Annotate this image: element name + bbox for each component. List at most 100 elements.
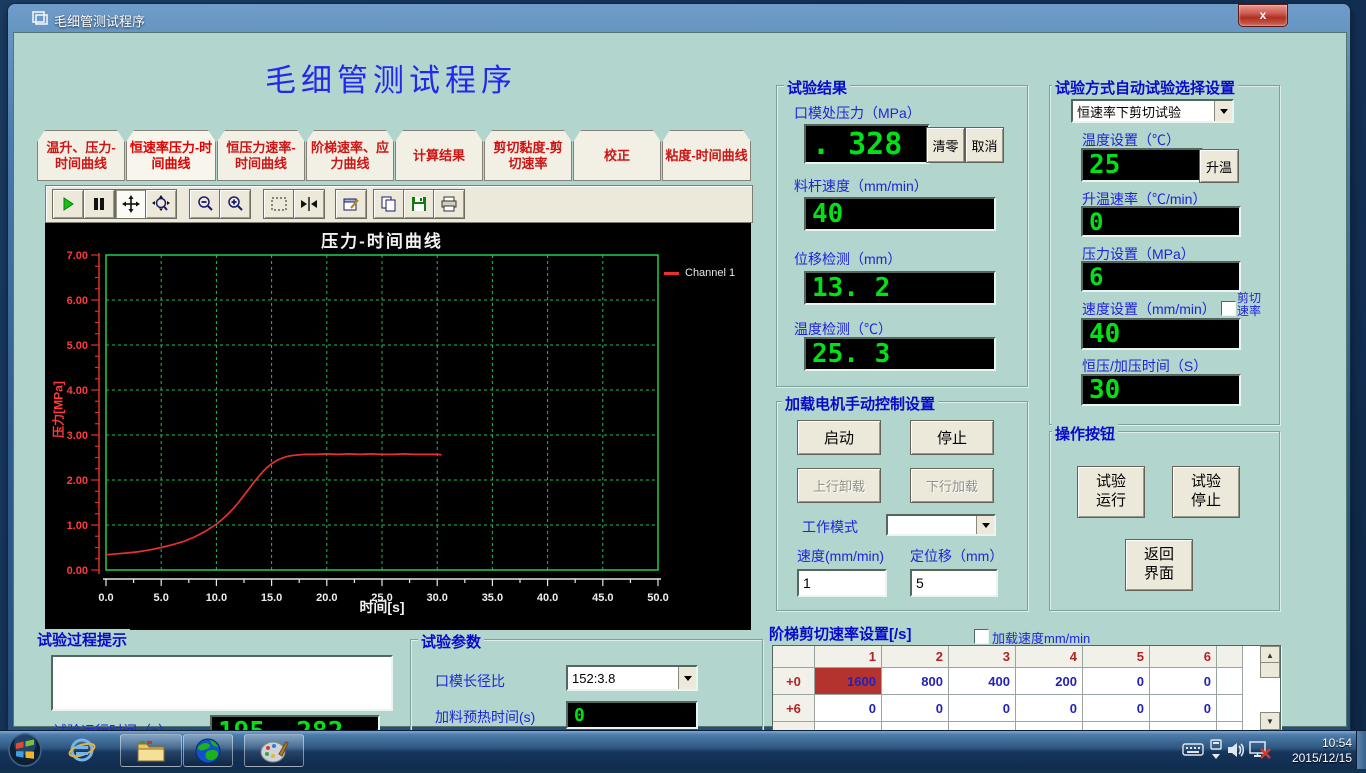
unload-up-button[interactable]: 上行卸载	[797, 468, 881, 503]
tab-const-pressure-rate-time[interactable]: 恒压力速率-时间曲线	[217, 130, 305, 181]
heat-rate-value[interactable]: 0	[1081, 206, 1241, 237]
print-icon[interactable]	[433, 189, 465, 219]
start-button[interactable]: 启动	[797, 420, 881, 455]
clear-button[interactable]: 清零	[926, 127, 965, 163]
zoom-out-icon[interactable]	[189, 189, 221, 219]
column-header[interactable]: 3	[949, 646, 1016, 668]
svg-text:2.00: 2.00	[67, 475, 88, 487]
legend-line-swatch	[664, 272, 679, 275]
corner-cell[interactable]	[773, 646, 815, 668]
keyboard-tray-icon[interactable]	[1182, 742, 1204, 761]
pan-icon[interactable]	[115, 189, 147, 219]
displacement-value: 13. 2	[804, 271, 996, 305]
chevron-down-icon[interactable]	[976, 516, 994, 534]
table-cell[interactable]: 0	[882, 695, 949, 722]
pressure-set-value[interactable]: 6	[1081, 261, 1241, 292]
properties-icon[interactable]	[335, 189, 367, 219]
tab-step-rate-stress[interactable]: 阶梯速率、应力曲线	[306, 130, 394, 181]
globe-app-icon[interactable]	[183, 734, 233, 767]
heat-up-button[interactable]: 升温	[1199, 149, 1239, 183]
table-cell[interactable]	[1217, 668, 1243, 695]
start-button[interactable]	[6, 732, 44, 768]
process-message-box[interactable]	[51, 655, 393, 711]
column-header[interactable]: 6	[1150, 646, 1217, 668]
explorer-folder-icon[interactable]	[120, 734, 182, 767]
table-cell[interactable]: 800	[882, 668, 949, 695]
stop-button[interactable]: 停止	[910, 420, 994, 455]
column-header[interactable]	[1217, 646, 1243, 668]
table-cell[interactable]	[1217, 695, 1243, 722]
die-pressure-label: 口模处压力（MPa）	[794, 103, 921, 123]
save-icon[interactable]	[403, 189, 435, 219]
work-mode-select[interactable]	[886, 514, 996, 536]
load-down-button[interactable]: 下行加载	[910, 468, 994, 503]
chevron-down-icon[interactable]	[678, 667, 696, 689]
return-button[interactable]: 返回 界面	[1125, 539, 1193, 591]
fit-axes-icon[interactable]	[293, 189, 325, 219]
column-header[interactable]: 4	[1016, 646, 1083, 668]
tab-calc-results[interactable]: 计算结果	[395, 130, 483, 181]
chevron-down-icon[interactable]	[1214, 101, 1232, 121]
table-cell[interactable]: 1600	[815, 668, 882, 695]
table-cell[interactable]: 200	[1016, 668, 1083, 695]
pressure-time-chart[interactable]: 压力-时间曲线 压力[MPa] 时间[s] Channel 1 0.001.00…	[45, 223, 751, 630]
show-hidden-icons[interactable]	[1209, 739, 1223, 766]
client-area: 毛细管测试程序 温升、压力-时间曲线 恒速率压力-时间曲线 恒压力速率-时间曲线…	[13, 32, 1347, 727]
network-error-tray-icon[interactable]	[1248, 739, 1272, 766]
vscroll-thumb[interactable]	[1260, 662, 1280, 678]
column-header[interactable]: 5	[1083, 646, 1150, 668]
svg-text:7.00: 7.00	[67, 250, 88, 262]
tab-viscosity-time[interactable]: 粘度-时间曲线	[662, 130, 751, 181]
die-ratio-select[interactable]: 152:3.8	[566, 665, 698, 691]
pause-icon[interactable]	[83, 189, 115, 219]
svg-text:1.00: 1.00	[67, 520, 88, 532]
tab-const-rate-pressure-time[interactable]: 恒速率压力-时间曲线	[126, 130, 216, 181]
chart-title: 压力-时间曲线	[106, 227, 658, 252]
table-cell[interactable]: 0	[1083, 668, 1150, 695]
temp-set-value[interactable]: 25	[1081, 148, 1203, 182]
die-pressure-value: . 328	[804, 124, 930, 164]
table-cell[interactable]: 0	[1016, 695, 1083, 722]
page-title: 毛细管测试程序	[26, 55, 756, 100]
row-header[interactable]: +6	[773, 695, 815, 722]
column-header[interactable]: 1	[815, 646, 882, 668]
zoom-in-icon[interactable]	[219, 189, 251, 219]
stop-test-button[interactable]: 试验 停止	[1172, 466, 1240, 518]
show-desktop-button[interactable]	[1356, 731, 1366, 769]
manual-speed-input[interactable]: 1	[797, 569, 887, 597]
table-cell[interactable]: 0	[1150, 695, 1217, 722]
scroll-down-icon[interactable]: ▼	[1260, 712, 1280, 730]
copy-icon[interactable]	[373, 189, 405, 219]
run-test-button[interactable]: 试验 运行	[1077, 466, 1145, 518]
volume-tray-icon[interactable]	[1226, 740, 1248, 765]
tab-temp-pressure-time[interactable]: 温升、压力-时间曲线	[37, 130, 125, 181]
shear-rate-checkbox[interactable]	[1221, 301, 1236, 316]
tab-calibration[interactable]: 校正	[573, 130, 661, 181]
play-icon[interactable]	[52, 189, 84, 219]
table-cell[interactable]: 0	[1150, 668, 1217, 695]
table-cell[interactable]: 0	[815, 695, 882, 722]
row-header[interactable]: +0	[773, 668, 815, 695]
table-cell[interactable]: 0	[949, 695, 1016, 722]
clock-date[interactable]: 2015/12/15	[1272, 751, 1352, 765]
temp-detect-label: 温度检测（℃）	[794, 319, 892, 339]
close-button[interactable]: x	[1238, 4, 1288, 27]
load-speed-checkbox[interactable]	[974, 629, 989, 644]
table-cell[interactable]: 400	[949, 668, 1016, 695]
box-zoom-icon[interactable]	[263, 189, 295, 219]
column-header[interactable]: 2	[882, 646, 949, 668]
hold-time-label: 恒压/加压时间（S）	[1082, 356, 1207, 376]
clock-time[interactable]: 10:54	[1290, 736, 1352, 750]
internet-explorer-icon[interactable]	[60, 734, 104, 765]
paint-app-icon[interactable]	[244, 734, 304, 767]
fixed-disp-input[interactable]: 5	[910, 569, 998, 597]
test-mode-select[interactable]: 恒速率下剪切试验	[1071, 99, 1234, 123]
table-cell[interactable]: 0	[1083, 695, 1150, 722]
tab-shear-viscosity-rate[interactable]: 剪切黏度-剪切速率	[484, 130, 572, 181]
results-panel-title: 试验结果	[784, 77, 850, 98]
title-bar[interactable]: 毛细管测试程序 x	[8, 4, 1350, 32]
cancel-button[interactable]: 取消	[965, 127, 1004, 163]
zoom-drag-icon[interactable]	[145, 189, 177, 219]
hold-time-value[interactable]: 30	[1081, 374, 1241, 406]
speed-set-value[interactable]: 40	[1081, 318, 1241, 350]
